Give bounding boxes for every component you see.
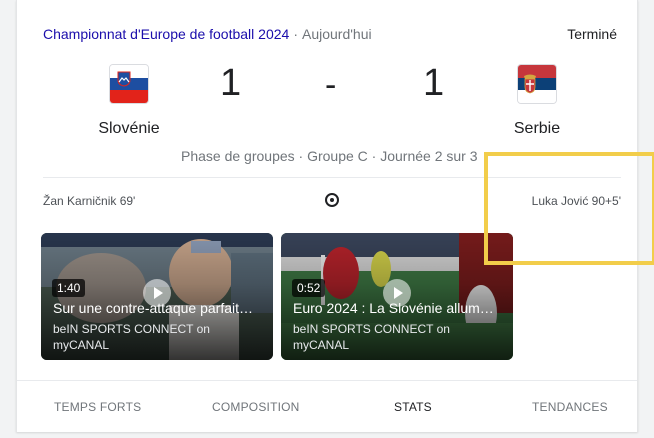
serbia-flag-icon[interactable] [517,64,557,104]
tab-composition[interactable]: COMPOSITION [212,400,300,414]
video-source: beIN SPORTS CONNECT on myCANAL [293,322,450,352]
match-status: Terminé [567,26,617,42]
video-duration: 0:52 [292,279,326,297]
video-title[interactable]: Euro 2024 : La Slovénie allum… [293,300,505,316]
match-tabs: TEMPS FORTS COMPOSITION STATS TENDANCES [17,380,637,432]
video-card[interactable]: 1:40 Sur une contre-attaque parfait… beI… [41,233,273,360]
home-team-name[interactable]: Slovénie [69,120,189,138]
video-card[interactable]: 0:52 Euro 2024 : La Slovénie allum… beIN… [281,233,513,360]
video-source: beIN SPORTS CONNECT on myCANAL [53,322,210,352]
score-dash: - [325,66,337,104]
slovenia-flag-icon[interactable] [109,64,149,104]
home-scorer: Žan Karničnik 69' [43,194,136,208]
away-score: 1 [423,62,445,104]
match-header: Championnat d'Europe de football 2024 · Au… [43,26,617,44]
match-day: Aujourd'hui [301,26,372,42]
away-team-name[interactable]: Serbie [477,120,597,138]
match-phase: Phase de groupes · Groupe C · Journée 2 … [181,148,478,164]
competition-link[interactable]: Championnat d'Europe de football 2024 [43,26,289,42]
home-score: 1 [220,62,242,104]
highlight-box [484,152,654,265]
tab-tendances[interactable]: TENDANCES [532,400,608,414]
tab-stats[interactable]: STATS [394,400,432,414]
video-title[interactable]: Sur une contre-attaque parfait… [53,300,265,316]
tab-temps-forts[interactable]: TEMPS FORTS [54,400,141,414]
video-duration: 1:40 [52,279,86,297]
football-icon [325,193,339,207]
header-separator: · [293,26,298,42]
